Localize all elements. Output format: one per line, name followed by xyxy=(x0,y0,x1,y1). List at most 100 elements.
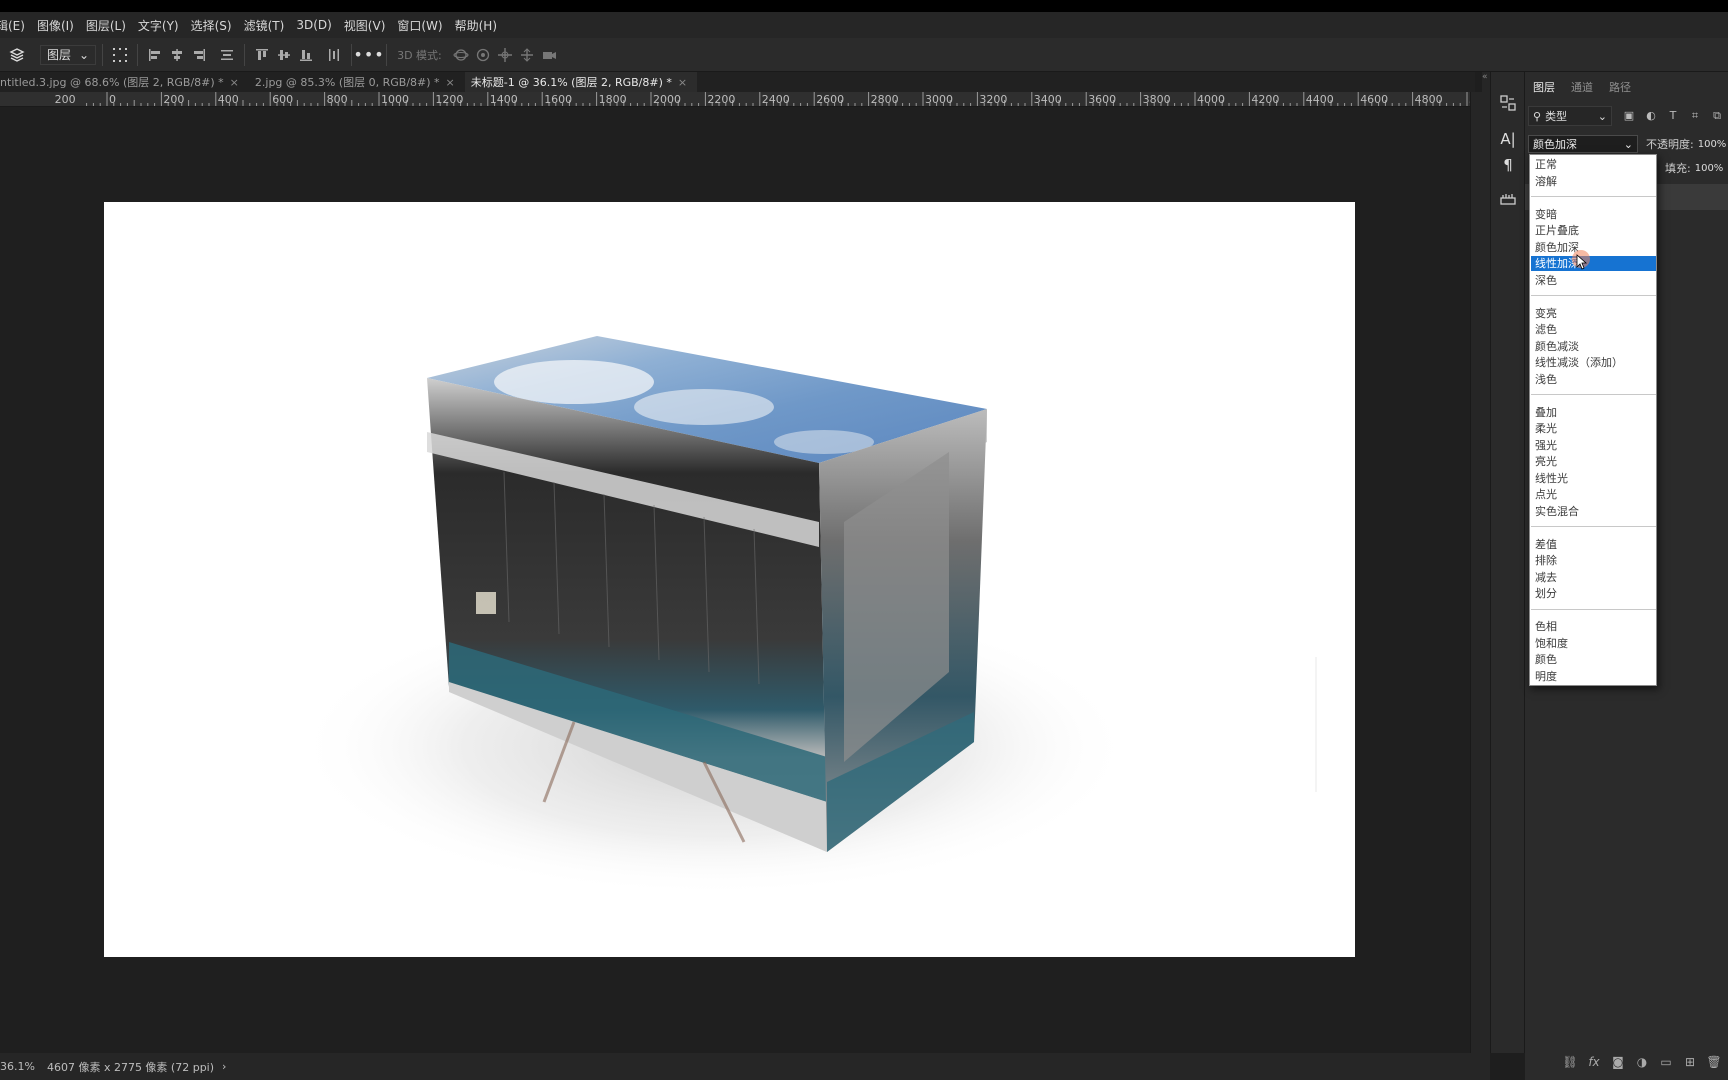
menu-item[interactable]: 编辑(E) xyxy=(0,17,31,34)
link-layers-icon[interactable]: ⛓ xyxy=(1560,1055,1580,1069)
blend-mode-option[interactable]: 叠加 xyxy=(1531,405,1656,420)
menu-separator xyxy=(1531,526,1656,527)
menu-item[interactable]: 图像(I) xyxy=(31,17,80,34)
align-top-icon[interactable] xyxy=(251,44,273,66)
close-icon[interactable]: × xyxy=(446,76,455,89)
new-group-icon[interactable]: ▭ xyxy=(1656,1055,1676,1069)
panel-tab[interactable]: 通道 xyxy=(1563,79,1601,95)
blend-mode-option[interactable]: 颜色 xyxy=(1531,652,1656,667)
menu-item[interactable]: 视图(V) xyxy=(338,17,392,34)
status-menu-arrow[interactable]: › xyxy=(222,1060,226,1073)
blend-mode-option[interactable]: 排除 xyxy=(1531,553,1656,568)
vertical-scrollbar[interactable] xyxy=(1470,92,1482,1053)
document-size: 4607 像素 x 2775 像素 (72 ppi) xyxy=(46,1060,215,1074)
paragraph-panel-icon[interactable]: ¶ xyxy=(1497,154,1519,176)
blend-mode-option[interactable]: 线性加深 xyxy=(1531,256,1656,271)
panel-tab[interactable]: 图层 xyxy=(1525,79,1563,95)
canvas-area[interactable] xyxy=(0,107,1470,1053)
align-middle-v-icon[interactable] xyxy=(273,44,295,66)
blend-mode-option[interactable]: 实色混合 xyxy=(1531,504,1656,519)
blend-mode-option[interactable]: 点光 xyxy=(1531,487,1656,502)
blend-mode-dropdown[interactable]: 颜色加深 ⌄ xyxy=(1528,135,1638,153)
blend-mode-option[interactable]: 变亮 xyxy=(1531,306,1656,321)
brush-presets-icon[interactable] xyxy=(1497,188,1519,210)
blend-mode-option[interactable]: 变暗 xyxy=(1531,207,1656,222)
new-adjustment-layer-icon[interactable]: ◑ xyxy=(1632,1055,1652,1069)
move-tool-icon[interactable] xyxy=(6,44,28,66)
blend-mode-option[interactable]: 差值 xyxy=(1531,537,1656,552)
menu-item[interactable]: 3D(D) xyxy=(290,18,337,32)
properties-panel-icon[interactable] xyxy=(1497,92,1519,114)
filter-pixel-icon[interactable]: ▣ xyxy=(1618,109,1640,123)
blend-mode-option[interactable]: 线性减淡（添加） xyxy=(1531,355,1656,370)
document-tab[interactable]: Untitled.3.jpg @ 68.6% (图层 2, RGB/8#) * × xyxy=(0,72,249,92)
align-left-icon[interactable] xyxy=(144,44,166,66)
blend-mode-option[interactable]: 明度 xyxy=(1531,669,1656,684)
mouse-cursor-icon xyxy=(1576,254,1588,270)
blend-mode-option[interactable]: 颜色减淡 xyxy=(1531,339,1656,354)
3d-roll-icon[interactable] xyxy=(472,44,494,66)
filter-smartobject-icon[interactable]: ⧉ xyxy=(1706,109,1728,123)
add-mask-icon[interactable]: ◙ xyxy=(1608,1055,1628,1069)
document-tab[interactable]: 未标题-1 @ 36.1% (图层 2, RGB/8#) * × xyxy=(464,72,698,92)
show-transform-controls-icon[interactable] xyxy=(109,44,131,66)
blend-mode-option[interactable]: 颜色加深 xyxy=(1531,240,1656,255)
blend-mode-option[interactable]: 亮光 xyxy=(1531,454,1656,469)
menu-item[interactable]: 选择(S) xyxy=(185,17,238,34)
blend-mode-option[interactable]: 减去 xyxy=(1531,570,1656,585)
collapse-chevron-icon[interactable]: « xyxy=(1482,72,1488,82)
menu-item[interactable]: 图层(L) xyxy=(80,17,132,34)
filter-shape-icon[interactable]: ⌗ xyxy=(1684,109,1706,123)
blend-mode-option[interactable]: 正片叠底 xyxy=(1531,223,1656,238)
chevron-down-icon: ⌄ xyxy=(1623,137,1633,151)
menu-item[interactable]: 帮助(H) xyxy=(449,17,503,34)
menu-item[interactable]: 窗口(W) xyxy=(391,17,448,34)
align-center-h-icon[interactable] xyxy=(166,44,188,66)
filter-type-icon[interactable]: T xyxy=(1662,109,1684,123)
3d-camera-icon[interactable] xyxy=(538,44,560,66)
blend-mode-option[interactable]: 正常 xyxy=(1531,157,1656,172)
blend-mode-list: 正常溶解变暗 正片叠底颜色加深 线性加深深色变亮 滤色颜色减淡 线性减淡（添加） 浅色叠加… xyxy=(1529,154,1657,686)
blend-mode-option[interactable]: 深色 xyxy=(1531,273,1656,288)
filter-kind-dropdown[interactable]: ⚲ 类型 ⌄ xyxy=(1528,106,1612,126)
ruler-label: 3200 xyxy=(979,93,1007,106)
blend-mode-option[interactable]: 线性光 xyxy=(1531,471,1656,486)
new-layer-icon[interactable]: ⊞ xyxy=(1680,1055,1700,1069)
ruler-label: 4200 xyxy=(1251,93,1279,106)
blend-mode-option[interactable]: 饱和度 xyxy=(1531,636,1656,651)
align-bottom-icon[interactable] xyxy=(295,44,317,66)
delete-layer-icon[interactable]: 🗑 xyxy=(1704,1055,1724,1069)
blend-mode-option[interactable]: 溶解 xyxy=(1531,174,1656,189)
blend-mode-option[interactable]: 柔光 xyxy=(1531,421,1656,436)
character-panel-icon[interactable]: A| xyxy=(1497,128,1519,150)
blend-mode-option[interactable]: 滤色 xyxy=(1531,322,1656,337)
panel-tab[interactable]: 路径 xyxy=(1601,79,1639,95)
close-icon[interactable]: × xyxy=(230,76,239,89)
align-right-icon[interactable] xyxy=(188,44,210,66)
ruler-label: 4600 xyxy=(1360,93,1388,106)
blend-mode-option[interactable]: 强光 xyxy=(1531,438,1656,453)
opacity-input[interactable]: 100% xyxy=(1698,139,1727,150)
3d-slide-icon[interactable] xyxy=(516,44,538,66)
blend-mode-option[interactable]: 划分 xyxy=(1531,586,1656,601)
zoom-level[interactable]: 36.1% xyxy=(0,1060,35,1073)
panel-collapse-strip[interactable]: « xyxy=(1482,72,1490,1053)
auto-select-dropdown[interactable]: 图层 ⌄ xyxy=(40,44,97,65)
fill-input[interactable]: 100% xyxy=(1695,163,1724,174)
distribute-horizontal-icon[interactable] xyxy=(323,44,345,66)
3d-mode-label: 3D 模式: xyxy=(397,48,442,62)
layer-style-icon[interactable]: fx xyxy=(1584,1055,1604,1069)
filter-adjustment-icon[interactable]: ◐ xyxy=(1640,109,1662,123)
menu-item[interactable]: 滤镜(T) xyxy=(238,17,291,34)
menu-item[interactable]: 文字(Y) xyxy=(132,17,185,34)
document-canvas[interactable] xyxy=(104,202,1355,957)
layer-filter-row: ⚲ 类型 ⌄ ▣ ◐ T ⌗ ⧉ xyxy=(1528,106,1728,126)
blend-mode-option[interactable]: 色相 xyxy=(1531,619,1656,634)
blend-mode-option[interactable]: 浅色 xyxy=(1531,372,1656,387)
distribute-vertical-icon[interactable] xyxy=(216,44,238,66)
close-icon[interactable]: × xyxy=(678,76,687,89)
3d-pan-icon[interactable] xyxy=(494,44,516,66)
more-options-icon[interactable]: ••• xyxy=(353,44,383,66)
3d-orbit-icon[interactable] xyxy=(450,44,472,66)
document-tab[interactable]: 2.jpg @ 85.3% (图层 0, RGB/8#) * × xyxy=(249,72,465,92)
